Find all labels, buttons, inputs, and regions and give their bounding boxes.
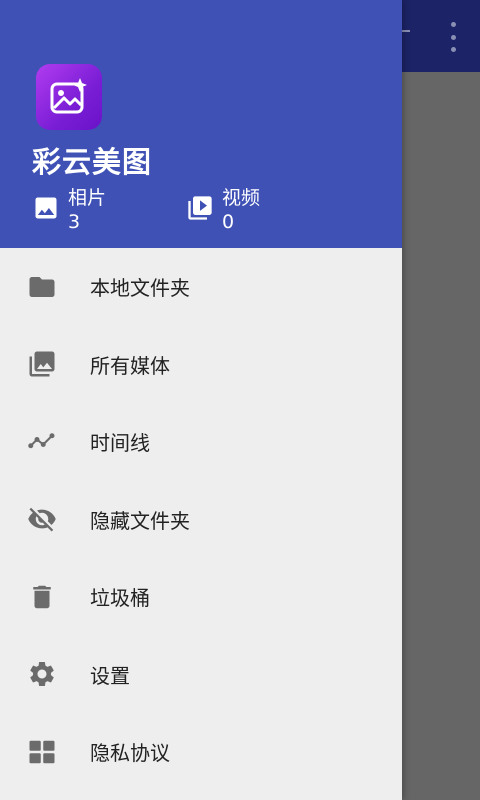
photos-label: 相片	[68, 187, 107, 209]
menu-item-privacy-policy[interactable]: 隐私协议	[0, 713, 402, 791]
video-library-icon	[188, 196, 212, 220]
videos-count: 0	[222, 211, 235, 233]
menu-item-all-media[interactable]: 所有媒体	[0, 326, 402, 404]
videos-stat[interactable]: 视频 0	[186, 186, 260, 234]
drawer-header: 彩云美图 相片 3 视频 0	[0, 0, 402, 248]
navigation-drawer: 彩云美图 相片 3 视频 0 本地文件夹 所有媒体 时间线 隐藏文件夹 垃圾桶 …	[0, 0, 402, 800]
menu-item-settings[interactable]: 设置	[0, 636, 402, 714]
menu-item-timeline[interactable]: 时间线	[0, 403, 402, 481]
photo-library-icon	[26, 348, 58, 380]
menu-item-label: 时间线	[90, 431, 150, 456]
timeline-icon	[26, 426, 58, 458]
app-logo	[36, 64, 102, 130]
menu-item-label: 垃圾桶	[90, 586, 150, 611]
menu-item-local-folders[interactable]: 本地文件夹	[0, 248, 402, 326]
menu-item-label: 隐私协议	[90, 741, 170, 766]
image-icon	[35, 197, 57, 219]
folder-icon	[26, 271, 58, 303]
settings-gear-icon	[26, 658, 58, 690]
menu-item-label: 隐藏文件夹	[90, 508, 190, 533]
hidden-eye-icon	[26, 503, 58, 535]
menu-item-trash[interactable]: 垃圾桶	[0, 558, 402, 636]
menu-item-label: 本地文件夹	[90, 276, 190, 301]
menu-item-label: 所有媒体	[90, 353, 170, 378]
videos-label: 视频	[222, 187, 261, 209]
trash-icon	[26, 581, 58, 613]
more-options-icon[interactable]	[446, 22, 460, 52]
image-sparkle-icon	[50, 78, 87, 114]
grid-icon	[26, 736, 58, 768]
photos-stat[interactable]: 相片 3	[32, 186, 106, 234]
photos-count: 3	[68, 211, 81, 233]
menu-item-hidden-folders[interactable]: 隐藏文件夹	[0, 481, 402, 559]
menu-item-label: 设置	[90, 663, 130, 688]
app-name: 彩云美图	[32, 145, 153, 179]
drawer-menu: 本地文件夹 所有媒体 时间线 隐藏文件夹 垃圾桶 设置 隐私协议	[0, 248, 402, 791]
